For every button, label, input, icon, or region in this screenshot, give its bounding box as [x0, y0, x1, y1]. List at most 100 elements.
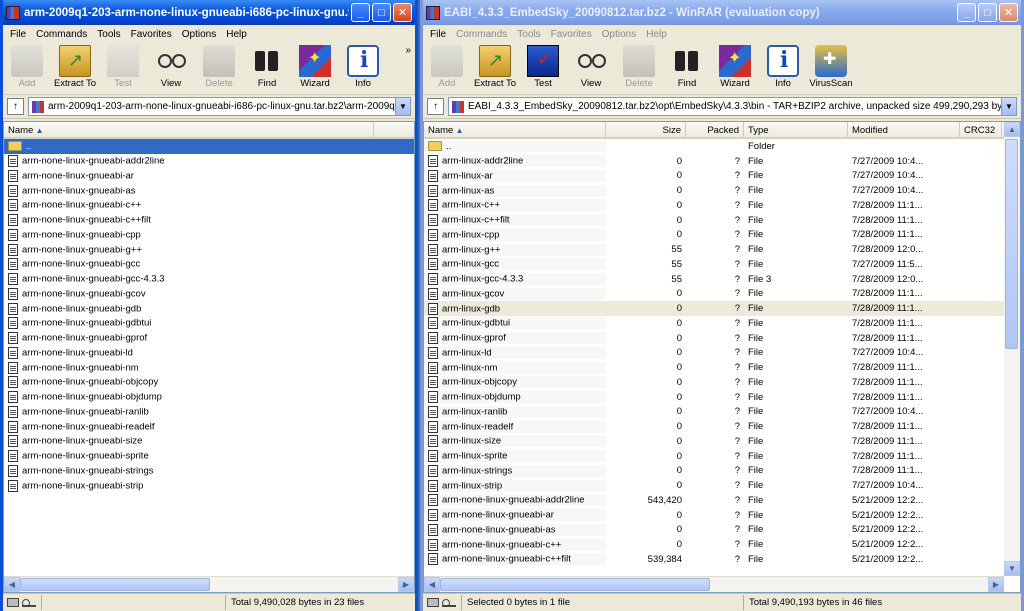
file-row[interactable]: arm-linux-sprite 0? File 7/28/2009 11:1... [424, 449, 1020, 464]
file-row[interactable]: arm-none-linux-gnueabi-objcopy [4, 375, 414, 390]
file-row[interactable]: arm-none-linux-gnueabi-gdbtui [4, 316, 414, 331]
right-title-bar[interactable]: EABI_4.3.3_EmbedSky_20090812.tar.bz2 - W… [423, 0, 1021, 25]
left-title-bar[interactable]: arm-2009q1-203-arm-none-linux-gnueabi-i6… [3, 0, 415, 25]
right-address-field[interactable]: EABI_4.3.3_EmbedSky_20090812.tar.bz2\opt… [448, 97, 1017, 116]
file-row[interactable]: arm-linux-as 0? File 7/27/2009 10:4... [424, 183, 1020, 198]
toolbar-info-button[interactable]: Info [759, 45, 807, 89]
toolbar-add-button[interactable]: Add [3, 45, 51, 89]
file-row[interactable]: arm-linux-gcov 0? File 7/28/2009 11:1... [424, 287, 1020, 302]
menu-help[interactable]: Help [641, 29, 672, 40]
file-row[interactable]: arm-linux-ar 0? File 7/27/2009 10:4... [424, 169, 1020, 184]
column-header-name[interactable]: Name [424, 122, 606, 137]
toolbar-extract-to-button[interactable]: Extract To [471, 45, 519, 89]
file-row[interactable]: arm-none-linux-gnueabi-gprof [4, 331, 414, 346]
left-close-button[interactable]: ✕ [393, 3, 412, 22]
scroll-right-button[interactable]: ▶ [398, 577, 414, 592]
toolbar-wizard-button[interactable]: Wizard [291, 45, 339, 89]
file-row[interactable]: arm-none-linux-gnueabi-ar [4, 169, 414, 184]
file-row[interactable]: arm-none-linux-gnueabi-size [4, 434, 414, 449]
menu-help[interactable]: Help [221, 29, 252, 40]
file-row[interactable]: arm-none-linux-gnueabi-strip [4, 478, 414, 493]
scroll-thumb[interactable] [440, 578, 710, 591]
address-dropdown-button[interactable]: ▼ [1001, 98, 1016, 115]
file-row[interactable]: arm-none-linux-gnueabi-ar 0? File 5/21/2009… [424, 508, 1020, 523]
file-row[interactable]: arm-linux-strings 0? File 7/28/2009 11:1... [424, 464, 1020, 479]
file-row[interactable]: arm-none-linux-gnueabi-ld [4, 346, 414, 361]
menu-file[interactable]: File [5, 29, 31, 40]
file-row[interactable]: arm-linux-gdb 0? File 7/28/2009 11:1... [424, 301, 1020, 316]
scroll-thumb[interactable] [20, 578, 210, 591]
left-address-field[interactable]: arm-2009q1-203-arm-none-linux-gnueabi-i6… [28, 97, 411, 116]
scroll-left-button[interactable]: ◀ [424, 577, 440, 592]
menu-options[interactable]: Options [177, 29, 221, 40]
toolbar-test-button[interactable]: Test [99, 45, 147, 89]
file-row[interactable]: arm-linux-gprof 0? File 7/28/2009 11:1... [424, 331, 1020, 346]
file-row[interactable]: arm-none-linux-gnueabi-as [4, 183, 414, 198]
left-minimize-button[interactable]: _ [351, 3, 370, 22]
key-icon[interactable] [22, 598, 36, 607]
file-row[interactable]: arm-linux-cpp 0? File 7/28/2009 11:1... [424, 228, 1020, 243]
file-row[interactable]: arm-linux-objcopy 0? File 7/28/2009 11:1... [424, 375, 1020, 390]
file-row[interactable]: arm-none-linux-gnueabi-sprite [4, 449, 414, 464]
right-minimize-button[interactable]: _ [957, 3, 976, 22]
file-row[interactable]: arm-linux-gcc 55? File 7/27/2009 11:5... [424, 257, 1020, 272]
column-header-modified[interactable]: Modified [848, 122, 960, 137]
up-folder-button[interactable]: ↑ [7, 98, 24, 115]
vertical-scroll-thumb[interactable] [1005, 139, 1018, 349]
left-horizontal-scrollbar[interactable]: ◀ ▶ [4, 576, 414, 592]
file-row[interactable]: arm-linux-addr2line 0? File 7/27/2009 10:4.… [424, 154, 1020, 169]
toolbar-virusscan-button[interactable]: VirusScan [807, 45, 855, 89]
menu-favorites[interactable]: Favorites [126, 29, 177, 40]
file-row[interactable]: arm-none-linux-gnueabi-c++ [4, 198, 414, 213]
parent-folder-row[interactable]: .. [4, 139, 414, 154]
scroll-track[interactable] [20, 577, 398, 592]
file-row[interactable]: arm-none-linux-gnueabi-readelf [4, 419, 414, 434]
file-row[interactable]: arm-linux-nm 0? File 7/28/2009 11:1... [424, 360, 1020, 375]
toolbar-find-button[interactable]: Find [243, 45, 291, 89]
toolbar-view-button[interactable]: View [567, 45, 615, 89]
menu-file[interactable]: File [425, 29, 451, 40]
file-row[interactable]: arm-none-linux-gnueabi-ranlib [4, 405, 414, 420]
file-row[interactable]: arm-none-linux-gnueabi-gdb [4, 301, 414, 316]
file-row[interactable]: arm-none-linux-gnueabi-c++filt 539,384? Fi… [424, 552, 1020, 567]
key-icon[interactable] [442, 598, 456, 607]
toolbar-delete-button[interactable]: Delete [615, 45, 663, 89]
file-row[interactable]: arm-none-linux-gnueabi-c++ 0? File 5/21/200… [424, 537, 1020, 552]
file-row[interactable]: arm-linux-gdbtui 0? File 7/28/2009 11:1... [424, 316, 1020, 331]
file-row[interactable]: arm-linux-size 0? File 7/28/2009 11:1... [424, 434, 1020, 449]
menu-options[interactable]: Options [597, 29, 641, 40]
toolbar-extract-to-button[interactable]: Extract To [51, 45, 99, 89]
file-row[interactable]: arm-none-linux-gnueabi-g++ [4, 242, 414, 257]
file-row[interactable]: arm-none-linux-gnueabi-cpp [4, 228, 414, 243]
file-row[interactable]: arm-linux-c++filt 0? File 7/28/2009 11:1... [424, 213, 1020, 228]
drive-icon[interactable] [7, 598, 19, 607]
winrar-app-icon[interactable] [426, 5, 440, 20]
right-vertical-scrollbar[interactable]: ▲ ▼ [1004, 122, 1020, 576]
parent-folder-row[interactable]: .. Folder [424, 139, 1020, 154]
column-header-type[interactable]: Type [744, 122, 848, 137]
left-file-list[interactable]: Name .. arm-none-linux-gnueabi-addr2line a… [3, 121, 415, 593]
right-maximize-button[interactable]: □ [978, 3, 997, 22]
column-header-crc32[interactable]: CRC32 [960, 122, 1002, 137]
file-row[interactable]: arm-none-linux-gnueabi-gcov [4, 287, 414, 302]
toolbar-info-button[interactable]: Info [339, 45, 387, 89]
menu-tools[interactable]: Tools [92, 29, 125, 40]
file-row[interactable]: arm-none-linux-gnueabi-objdump [4, 390, 414, 405]
toolbar-delete-button[interactable]: Delete [195, 45, 243, 89]
file-row[interactable]: arm-none-linux-gnueabi-addr2line 543,420?… [424, 493, 1020, 508]
file-row[interactable]: arm-linux-readelf 0? File 7/28/2009 11:1... [424, 419, 1020, 434]
right-close-button[interactable]: ✕ [999, 3, 1018, 22]
toolbar-find-button[interactable]: Find [663, 45, 711, 89]
file-row[interactable]: arm-linux-ld 0? File 7/27/2009 10:4... [424, 346, 1020, 361]
menu-commands[interactable]: Commands [31, 29, 92, 40]
menu-commands[interactable]: Commands [451, 29, 512, 40]
file-row[interactable]: arm-linux-gcc-4.3.3 55? File 3 7/28/2009 12… [424, 272, 1020, 287]
file-row[interactable]: arm-none-linux-gnueabi-gcc [4, 257, 414, 272]
scroll-up-button[interactable]: ▲ [1004, 122, 1020, 137]
file-row[interactable]: arm-none-linux-gnueabi-as 0? File 5/21/2009… [424, 523, 1020, 538]
left-maximize-button[interactable]: □ [372, 3, 391, 22]
column-header-packed[interactable]: Packed [686, 122, 744, 137]
column-header-name[interactable]: Name [4, 122, 374, 137]
scroll-down-button[interactable]: ▼ [1004, 561, 1020, 576]
file-row[interactable]: arm-none-linux-gnueabi-nm [4, 360, 414, 375]
